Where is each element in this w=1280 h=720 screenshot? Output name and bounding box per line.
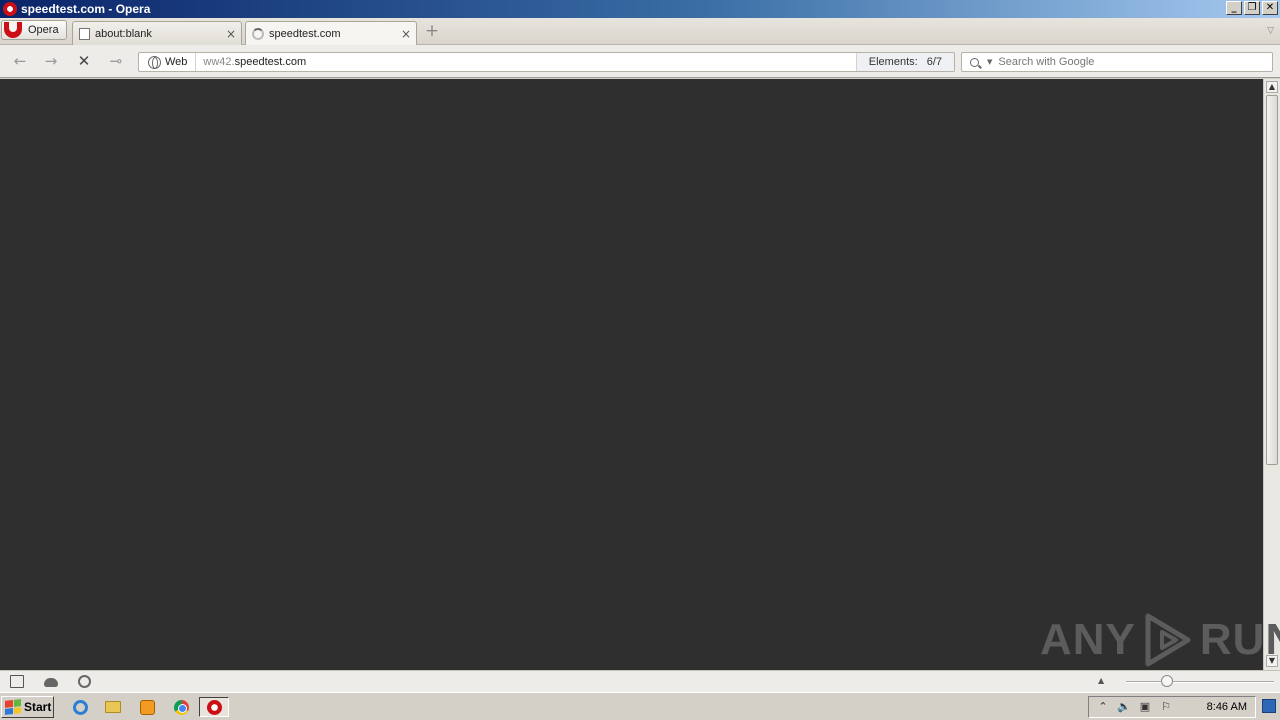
- tab-close-icon[interactable]: ×: [226, 27, 236, 41]
- elements-counter: Elements: 6/7: [855, 53, 954, 71]
- url-text[interactable]: ww42.speedtest.com: [196, 56, 855, 68]
- back-button[interactable]: ←: [9, 52, 31, 70]
- search-placeholder: Search with Google: [998, 56, 1095, 68]
- navigation-bar: ← → ✕ ⊸ Web ww42.speedtest.com Elements:…: [0, 45, 1280, 78]
- taskbar-file-explorer[interactable]: [102, 697, 124, 717]
- tab-close-icon[interactable]: ×: [401, 27, 411, 41]
- zoom-menu-icon[interactable]: ▲: [1098, 676, 1104, 685]
- opera-unite-cloud-icon[interactable]: [44, 678, 58, 687]
- anyrun-watermark: ANY RUN: [1040, 612, 1280, 668]
- url-subdomain: ww42.: [203, 56, 235, 68]
- elements-value: 6/7: [926, 56, 942, 68]
- elements-label: Elements:: [868, 56, 918, 68]
- stop-button[interactable]: ✕: [73, 52, 95, 70]
- show-desktop-button[interactable]: [1262, 699, 1276, 713]
- watermark-left: ANY: [1040, 615, 1136, 664]
- opera-logo-icon: [4, 22, 22, 38]
- start-label: Start: [24, 700, 52, 714]
- address-field[interactable]: Web ww42.speedtest.com Elements: 6/7: [138, 52, 955, 72]
- minimize-button[interactable]: _: [1226, 1, 1242, 15]
- tab-bar: Opera about:blank × speedtest.com × + ▽: [0, 18, 1280, 46]
- zoom-slider-knob[interactable]: [1161, 675, 1173, 687]
- url-domain: speedtest.com: [234, 56, 307, 68]
- volume-icon[interactable]: 🔈: [1117, 700, 1131, 714]
- tab-list-chevron-icon[interactable]: ▽: [1267, 26, 1274, 36]
- folder-icon: [105, 701, 121, 713]
- key-icon[interactable]: ⊸: [105, 52, 127, 70]
- system-tray: ⌃ 🔈 ▣ ⚐ 8:46 AM: [1088, 696, 1256, 718]
- globe-icon: [148, 55, 161, 69]
- search-icon: [970, 57, 979, 67]
- scroll-up-icon[interactable]: ▲: [1266, 81, 1278, 93]
- zoom-slider-track[interactable]: [1126, 681, 1274, 683]
- search-engine-dropdown-icon[interactable]: ▼: [987, 58, 992, 66]
- start-button[interactable]: Start: [1, 696, 54, 718]
- forward-button[interactable]: →: [40, 52, 62, 70]
- internet-explorer-icon: [72, 699, 88, 715]
- restore-button[interactable]: ❐: [1244, 1, 1260, 15]
- title-bar: speedtest.com - Opera _ ❐ ✕: [0, 0, 1280, 18]
- clock[interactable]: 8:46 AM: [1207, 701, 1247, 713]
- page-icon: [79, 27, 90, 40]
- opera-app-icon: [3, 2, 17, 16]
- tab-speedtest[interactable]: speedtest.com ×: [245, 21, 417, 46]
- window-title: speedtest.com - Opera: [21, 2, 151, 16]
- turbo-speedometer-icon[interactable]: [78, 675, 91, 688]
- action-center-flag-icon[interactable]: ⚐: [1159, 700, 1173, 714]
- taskbar-opera[interactable]: [199, 697, 229, 717]
- close-window-button[interactable]: ✕: [1262, 1, 1278, 15]
- web-badge[interactable]: Web: [139, 53, 197, 71]
- tab-about-blank[interactable]: about:blank ×: [72, 21, 242, 45]
- media-player-icon: [139, 699, 155, 715]
- tab-label: about:blank: [95, 27, 152, 40]
- page-content: [0, 79, 1263, 670]
- windows-taskbar: Start ⌃ 🔈 ▣ ⚐ 8:46 AM: [0, 692, 1280, 720]
- panel-toggle-icon[interactable]: [10, 675, 24, 688]
- loading-spinner-icon: [252, 28, 264, 40]
- windows-logo-icon: [5, 699, 21, 715]
- chrome-icon: [173, 699, 189, 715]
- taskbar-media-player[interactable]: [136, 697, 158, 717]
- taskbar-internet-explorer[interactable]: [69, 697, 91, 717]
- opera-icon: [206, 699, 222, 715]
- opera-menu-button[interactable]: Opera: [1, 20, 67, 40]
- play-logo-icon: [1145, 613, 1191, 667]
- web-badge-label: Web: [165, 56, 188, 68]
- tab-label: speedtest.com: [269, 28, 341, 40]
- new-tab-button[interactable]: +: [424, 23, 440, 40]
- window-controls: _ ❐ ✕: [1226, 1, 1278, 15]
- search-field[interactable]: ▼ Search with Google: [961, 52, 1273, 72]
- opera-menu-label: Opera: [28, 24, 59, 36]
- scroll-thumb[interactable]: [1266, 95, 1278, 465]
- network-icon[interactable]: ▣: [1138, 700, 1152, 714]
- taskbar-chrome[interactable]: [170, 697, 192, 717]
- status-bar: ▲: [0, 670, 1280, 692]
- vertical-scrollbar[interactable]: ▲ ▼: [1263, 79, 1280, 670]
- tray-expand-icon[interactable]: ⌃: [1096, 700, 1110, 714]
- watermark-right: RUN: [1199, 615, 1280, 664]
